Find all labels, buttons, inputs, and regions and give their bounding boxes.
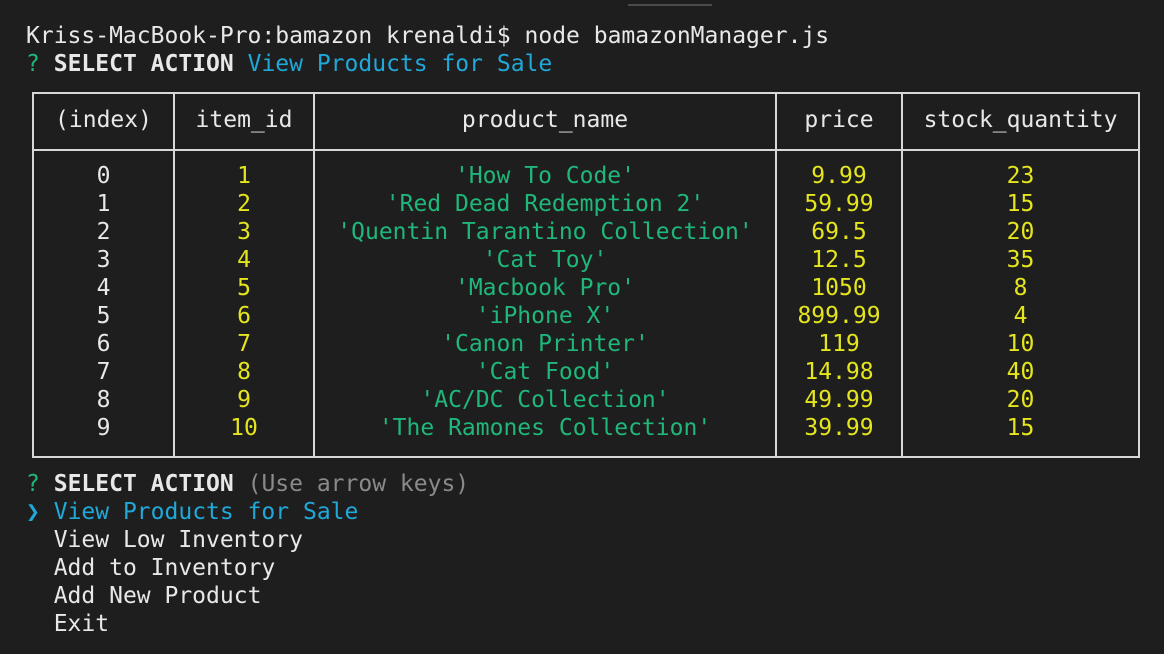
cell-item-id: 3 xyxy=(237,219,251,245)
cell-price: 69.5 xyxy=(811,219,867,245)
cell-price: 49.99 xyxy=(804,387,874,413)
cell-item-id: 2 xyxy=(237,191,251,217)
cell-index: 7 xyxy=(96,359,111,385)
selected-answer: View Products for Sale xyxy=(247,51,553,77)
cell-product-name: 'Canon Printer' xyxy=(441,331,649,357)
menu-item-view-low-inventory[interactable]: View Low Inventory xyxy=(26,526,303,554)
cell-index: 0 xyxy=(96,163,111,189)
column-header-item-id: item_id xyxy=(195,107,293,133)
select-action-label: SELECT ACTION xyxy=(53,471,234,497)
cell-stock-quantity: 8 xyxy=(1013,275,1028,301)
cell-stock-quantity: 20 xyxy=(1006,219,1035,245)
cell-price: 119 xyxy=(818,331,860,357)
cell-item-id: 10 xyxy=(230,415,258,441)
cell-index: 3 xyxy=(96,247,111,273)
menu-item-label: Exit xyxy=(53,611,110,637)
cell-product-name: 'Red Dead Redemption 2' xyxy=(385,191,705,217)
cell-product-name: 'Cat Toy' xyxy=(482,247,608,273)
cell-product-name: 'Quentin Tarantino Collection' xyxy=(337,219,753,245)
second-select-action-line: ? SELECT ACTION (Use arrow keys) xyxy=(26,470,469,498)
cell-product-name: 'How To Code' xyxy=(454,163,635,189)
cell-stock-quantity: 10 xyxy=(1006,331,1035,357)
cell-product-name: 'Macbook Pro' xyxy=(454,275,635,301)
column-header-index: (index) xyxy=(55,107,152,133)
question-mark: ? xyxy=(26,51,40,77)
cell-item-id: 4 xyxy=(237,247,251,273)
menu-item-label: View Low Inventory xyxy=(53,527,303,553)
cell-index: 5 xyxy=(96,303,111,329)
cell-price: 39.99 xyxy=(804,415,874,441)
cell-index: 4 xyxy=(96,275,111,301)
cell-price: 1050 xyxy=(811,275,867,301)
cell-stock-quantity: 40 xyxy=(1006,359,1035,385)
menu-item-add-to-inventory[interactable]: Add to Inventory xyxy=(26,554,276,582)
column-header-product-name: product_name xyxy=(461,107,629,133)
cell-stock-quantity: 15 xyxy=(1006,191,1035,217)
column-header-stock-quantity: stock_quantity xyxy=(923,107,1118,133)
cell-price: 12.5 xyxy=(811,247,867,273)
cell-item-id: 5 xyxy=(237,275,251,301)
column-header-price: price xyxy=(804,107,874,133)
selection-pointer-icon: ❯ xyxy=(26,499,40,525)
cell-item-id: 6 xyxy=(237,303,251,329)
cell-index: 6 xyxy=(96,331,111,357)
shell-prompt-line: Kriss-MacBook-Pro:bamazon krenaldi$ node… xyxy=(26,23,830,49)
select-action-label: SELECT ACTION xyxy=(53,51,234,77)
cell-index: 8 xyxy=(96,387,111,413)
cell-price: 9.99 xyxy=(811,163,867,189)
question-mark: ? xyxy=(26,471,40,497)
menu-item-view-products[interactable]: ❯ View Products for Sale xyxy=(26,498,358,526)
cell-item-id: 1 xyxy=(237,163,251,189)
cell-product-name: 'iPhone X' xyxy=(475,303,615,329)
menu-item-exit[interactable]: Exit xyxy=(26,610,109,638)
cell-stock-quantity: 20 xyxy=(1006,387,1035,413)
window-top-divider xyxy=(628,4,712,6)
cell-product-name: 'AC/DC Collection' xyxy=(420,387,670,413)
cell-price: 59.99 xyxy=(804,191,874,217)
cell-item-id: 7 xyxy=(237,331,251,357)
cell-price: 14.98 xyxy=(804,359,874,385)
table-header-divider xyxy=(34,149,1138,151)
cell-item-id: 8 xyxy=(237,359,251,385)
menu-item-add-new-product[interactable]: Add New Product xyxy=(26,582,262,610)
first-select-action-line: ? SELECT ACTION View Products for Sale xyxy=(26,50,552,78)
cell-stock-quantity: 4 xyxy=(1013,303,1028,329)
cell-item-id: 9 xyxy=(237,387,251,413)
menu-item-label: Add New Product xyxy=(53,583,262,609)
cell-price: 899.99 xyxy=(797,303,881,329)
cell-index: 1 xyxy=(96,191,111,217)
menu-item-label: Add to Inventory xyxy=(53,555,276,581)
cell-product-name: 'Cat Food' xyxy=(475,359,615,385)
products-table: (index) item_id product_name price stock… xyxy=(32,92,1140,458)
menu-item-label: View Products for Sale xyxy=(53,499,359,525)
cell-index: 9 xyxy=(96,415,111,441)
cell-product-name: 'The Ramones Collection' xyxy=(378,415,712,441)
cell-stock-quantity: 23 xyxy=(1006,163,1035,189)
cell-index: 2 xyxy=(96,219,111,245)
cell-stock-quantity: 35 xyxy=(1006,247,1035,273)
arrow-keys-hint: (Use arrow keys) xyxy=(247,471,470,497)
cell-stock-quantity: 15 xyxy=(1006,415,1035,441)
